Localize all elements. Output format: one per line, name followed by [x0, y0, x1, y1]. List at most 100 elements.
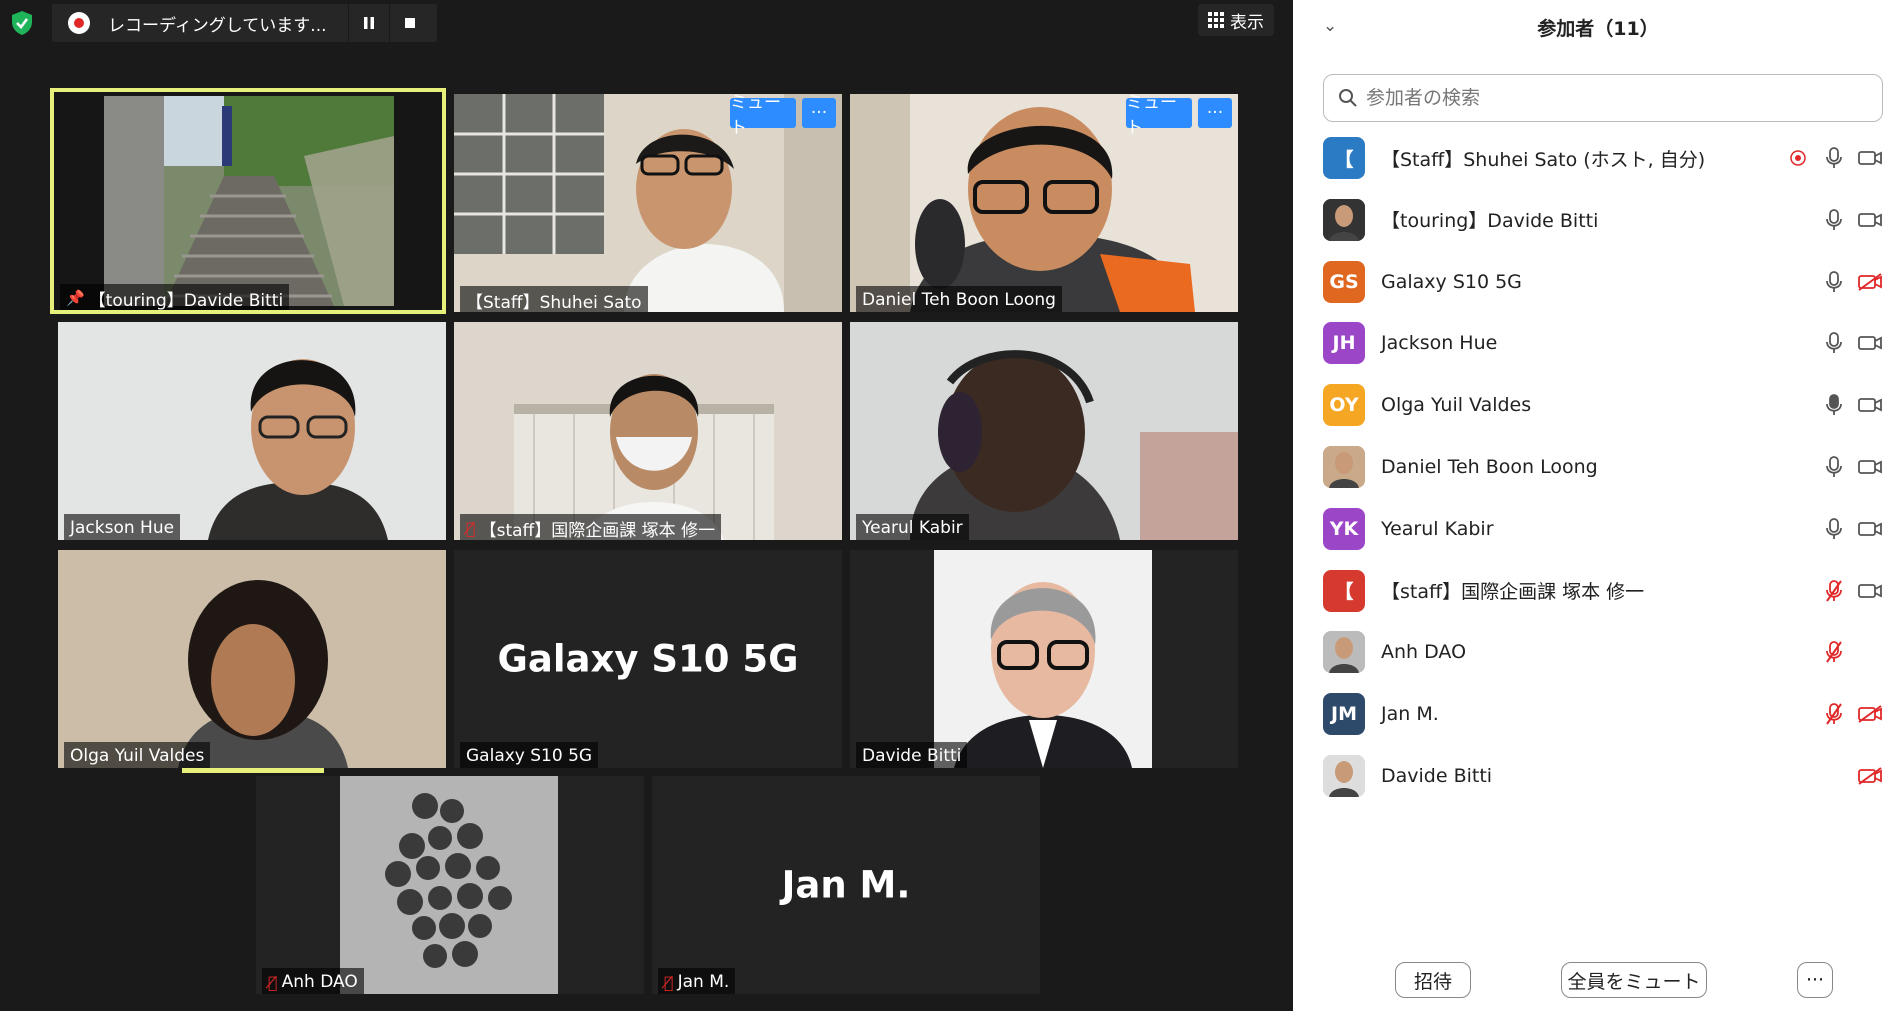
pause-icon [364, 17, 374, 29]
participant-row[interactable]: JH Jackson Hue [1323, 317, 1883, 369]
participant-avatar: 【 [1323, 569, 1365, 612]
mute-participant-button[interactable]: ミュート [1126, 94, 1192, 138]
stop-icon [405, 18, 415, 28]
video-tile[interactable]: ミュート ··· Daniel Teh Boon Loong [850, 94, 1238, 312]
participant-status-icons [1821, 207, 1883, 233]
participant-status-icons [1821, 701, 1883, 727]
zoom-meeting-window: レコーディングしています... 表示 📌 【touring】Davide Bit… [0, 0, 1903, 1011]
video-tile[interactable]: Yearul Kabir [850, 322, 1238, 540]
video-tile-camera-off[interactable]: Jan M. 🎙̸ Jan M. [652, 776, 1040, 994]
video-feed-person [58, 550, 446, 768]
view-button-label: 表示 [1230, 12, 1264, 33]
mic-muted-icon[interactable] [1821, 639, 1847, 665]
participants-panel-title: 参加者（11） [1537, 18, 1659, 40]
more-options-button[interactable]: ··· [802, 98, 836, 128]
participant-row[interactable]: 【【Staff】Shuhei Sato (ホスト, 自分) [1323, 132, 1883, 184]
participant-search-field[interactable] [1323, 74, 1883, 122]
video-off-icon[interactable] [1857, 269, 1883, 295]
participant-avatar: OY [1323, 384, 1365, 427]
pause-recording-button[interactable] [349, 4, 389, 42]
microphone-icon[interactable] [1821, 392, 1847, 418]
microphone-icon[interactable] [1821, 207, 1847, 233]
participant-display-name: Galaxy S10 5G [497, 637, 799, 681]
participant-status-icons [1821, 763, 1883, 789]
participant-name: 【touring】Davide Bitti [1381, 210, 1599, 233]
participant-avatar [1323, 446, 1365, 488]
video-tile[interactable]: 🎙̸ 【staff】国際企画課 塚本 修一 [454, 322, 842, 540]
participant-status-icons [1785, 145, 1883, 171]
video-off-icon[interactable] [1857, 701, 1883, 727]
mic-muted-icon[interactable] [1821, 578, 1847, 604]
participant-name: Jackson Hue [1381, 332, 1498, 355]
invite-button[interactable]: 招待 [1395, 962, 1471, 998]
participant-row[interactable]: JM Jan M. [1323, 688, 1883, 740]
more-options-button[interactable]: ··· [1198, 98, 1232, 128]
mic-muted-icon: 🎙̸ [268, 972, 278, 992]
participant-name: Davide Bitti [1381, 765, 1493, 787]
participant-avatar [1323, 755, 1365, 797]
mute-participant-button[interactable]: ミュート [730, 94, 796, 138]
video-feed-person [454, 322, 842, 540]
video-camera-icon[interactable] [1857, 516, 1883, 542]
video-feed-person [58, 322, 446, 540]
participant-status-icons [1821, 516, 1883, 542]
video-camera-icon[interactable] [1857, 145, 1883, 171]
mic-muted-icon[interactable] [1821, 701, 1847, 727]
video-tile[interactable]: 🎙̸ Anh DAO [256, 776, 644, 994]
video-tile[interactable]: Davide Bitti [850, 550, 1238, 768]
video-feed-nanoparticles [340, 776, 558, 994]
video-camera-icon[interactable] [1857, 392, 1883, 418]
participant-row[interactable]: Davide Bitti [1323, 750, 1883, 802]
mute-all-button[interactable]: 全員をミュート [1561, 962, 1707, 998]
pin-icon: 📌 [66, 289, 85, 307]
video-tile-camera-off[interactable]: Galaxy S10 5G Galaxy S10 5G [454, 550, 842, 768]
microphone-icon[interactable] [1821, 454, 1847, 480]
participant-avatar: JM [1323, 693, 1365, 736]
video-camera-icon[interactable] [1857, 330, 1883, 356]
microphone-icon[interactable] [1821, 516, 1847, 542]
video-camera-icon[interactable] [1857, 454, 1883, 480]
participant-name-label: Jackson Hue [64, 514, 181, 540]
participant-row[interactable]: 【【staff】国際企画課 塚本 修一 [1323, 565, 1883, 617]
more-options-button[interactable]: ··· [1797, 962, 1833, 998]
microphone-icon[interactable] [1821, 145, 1847, 171]
participant-status-icons [1821, 454, 1883, 480]
participant-name: 【Staff】Shuhei Sato (ホスト, 自分) [1381, 148, 1706, 171]
microphone-icon[interactable] [1821, 330, 1847, 356]
recording-status-text: レコーディングしています... [108, 15, 327, 36]
participant-avatar: JH [1323, 322, 1365, 365]
participant-name: Daniel Teh Boon Loong [1381, 456, 1598, 478]
participant-row[interactable]: OY Olga Yuil Valdes [1323, 379, 1883, 431]
participant-name-label: 📌 【touring】Davide Bitti [60, 284, 290, 310]
participant-avatar: GS [1323, 260, 1365, 303]
stop-recording-button[interactable] [390, 4, 430, 42]
microphone-icon[interactable] [1821, 269, 1847, 295]
participant-row[interactable]: Daniel Teh Boon Loong [1323, 441, 1883, 493]
video-feed-person [934, 550, 1152, 768]
participant-avatar [1323, 631, 1365, 674]
participant-row[interactable]: Anh DAO [1323, 626, 1883, 678]
participant-name: Anh DAO [1381, 641, 1467, 664]
participant-name-label: 🎙̸ 【staff】国際企画課 塚本 修一 [460, 514, 722, 540]
view-button[interactable]: 表示 [1198, 4, 1274, 36]
participant-name-label: 🎙̸ Anh DAO [262, 968, 364, 994]
participant-name: Olga Yuil Valdes [1381, 394, 1532, 417]
participant-row[interactable]: YK Yearul Kabir [1323, 503, 1883, 555]
participant-status-icons [1821, 330, 1883, 356]
video-camera-icon[interactable] [1857, 578, 1883, 604]
video-off-icon[interactable] [1857, 763, 1883, 789]
video-tile[interactable]: ミュート ··· 【Staff】Shuhei Sato [454, 94, 842, 312]
search-input[interactable] [1366, 87, 1846, 109]
video-tile-active-speaker[interactable]: 📌 【touring】Davide Bitti [50, 88, 446, 314]
participant-avatar: YK [1323, 507, 1365, 550]
participant-name: Jan M. [1381, 703, 1439, 726]
participant-row[interactable]: 【touring】Davide Bitti [1323, 194, 1883, 246]
video-tile[interactable]: Jackson Hue [58, 322, 446, 540]
grid-view-icon [1208, 12, 1224, 28]
participant-row[interactable]: GS Galaxy S10 5G [1323, 256, 1883, 308]
video-camera-icon[interactable] [1857, 207, 1883, 233]
video-tile[interactable]: Olga Yuil Valdes [58, 550, 446, 768]
security-shield-icon[interactable] [10, 10, 34, 36]
participant-status-icons [1821, 269, 1883, 295]
participant-display-name: Jan M. [781, 863, 911, 907]
